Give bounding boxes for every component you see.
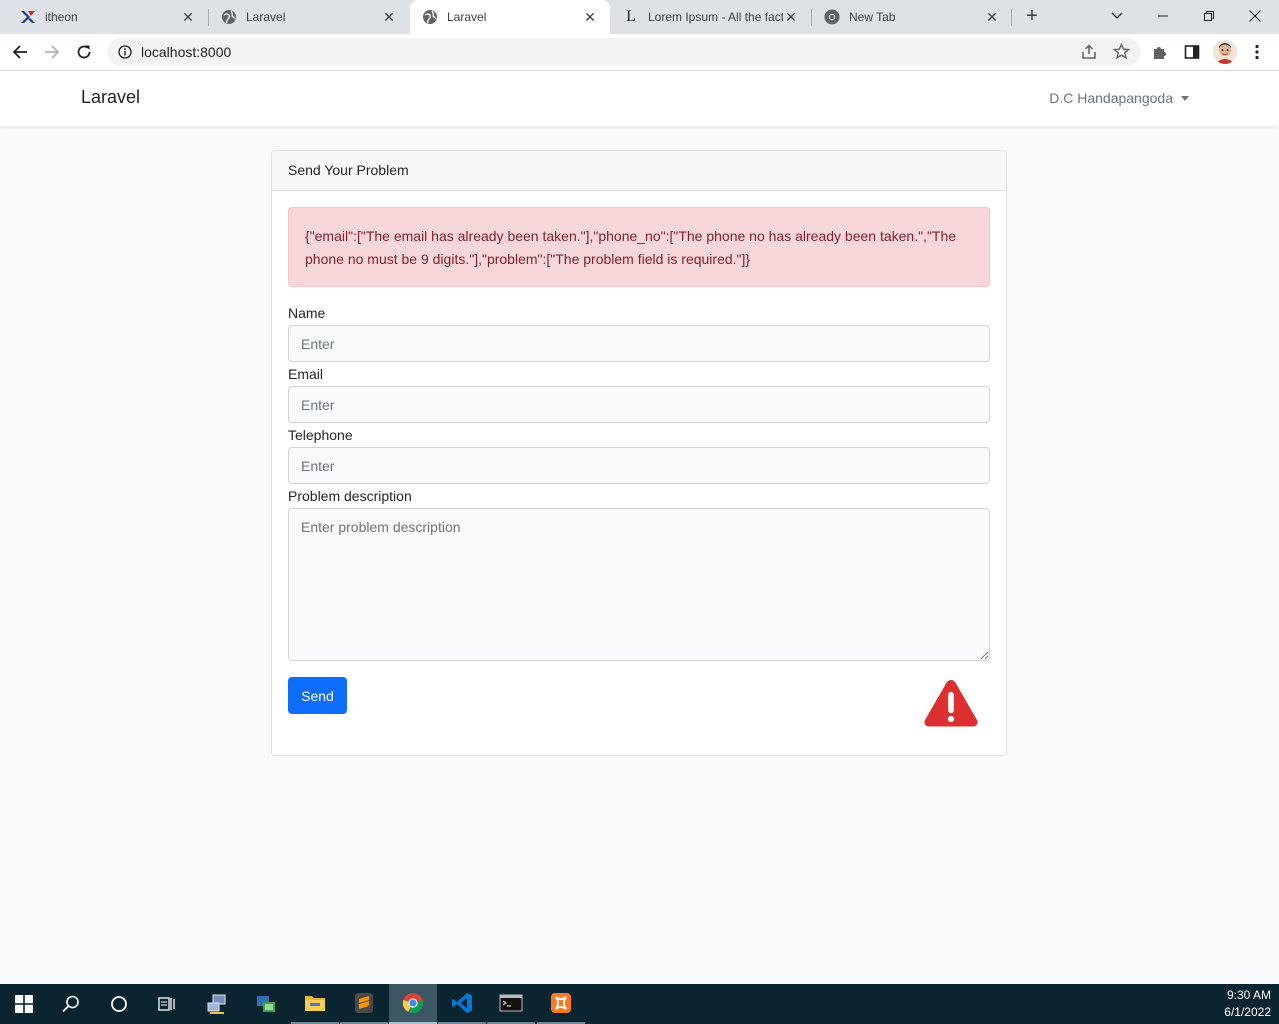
problem-label: Problem description [288, 488, 412, 504]
windows-logo-icon [15, 995, 33, 1013]
email-label: Email [288, 366, 324, 382]
network-icon [207, 994, 226, 1014]
taskbar-terminal[interactable] [487, 984, 535, 1024]
arrow-left-icon [12, 45, 27, 59]
xampp-icon [551, 993, 571, 1013]
start-button[interactable] [0, 984, 48, 1024]
navbar-brand[interactable]: Laravel [81, 87, 140, 108]
tab-title: New Tab [849, 10, 896, 24]
url-text: localhost:8000 [141, 44, 232, 60]
problem-textarea[interactable] [288, 508, 990, 661]
close-icon[interactable]: ✕ [783, 9, 799, 25]
puzzle-icon [1154, 47, 1166, 59]
close-window-button[interactable] [1232, 0, 1278, 32]
globe-icon [221, 9, 237, 25]
itheon-logo-icon [20, 9, 36, 25]
file-explorer-icon [305, 996, 325, 1011]
chrome-icon [824, 9, 840, 25]
telephone-input[interactable] [288, 447, 990, 484]
tab-lorem-ipsum[interactable]: L Lorem Ipsum - All the facts ✕ [611, 0, 811, 34]
remote-desktop-icon [257, 996, 275, 1012]
lipsum-logo-icon: L [626, 8, 636, 25]
cortana-button[interactable] [95, 984, 143, 1024]
windows-taskbar: 9:30 AM 6/1/2022 [0, 984, 1279, 1024]
close-icon[interactable]: ✕ [984, 9, 1000, 25]
reload-button[interactable] [70, 38, 98, 66]
terminal-icon [499, 994, 523, 1012]
caret-down-icon [1181, 95, 1189, 101]
chevron-down-icon [1111, 12, 1123, 19]
browser-tab-strip: itheon ✕ Laravel ✕ Laravel ✕ L Lorem Ips… [0, 0, 1279, 34]
side-panel-button[interactable] [1178, 38, 1206, 66]
task-view-button[interactable] [143, 984, 191, 1024]
restore-button[interactable] [1186, 0, 1232, 32]
close-icon[interactable]: ✕ [381, 9, 397, 25]
reload-icon [77, 45, 91, 59]
tab-title: Laravel [447, 10, 487, 24]
problem-card: Send Your Problem {"email":["The email h… [271, 150, 1007, 756]
send-button[interactable]: Send [288, 677, 347, 714]
tab-laravel-active[interactable]: Laravel ✕ [410, 0, 610, 34]
address-bar[interactable]: localhost:8000 [107, 38, 1141, 66]
minimize-icon [1158, 15, 1168, 17]
search-icon [62, 995, 79, 1013]
browser-toolbar: localhost:8000 [0, 34, 1279, 71]
tab-title: Lorem Ipsum - All the facts [648, 10, 783, 24]
chrome-icon [402, 993, 424, 1014]
side-panel-icon [1184, 45, 1200, 59]
taskbar-file-explorer[interactable] [291, 984, 339, 1024]
profile-avatar[interactable] [1213, 40, 1237, 64]
extensions-button[interactable] [1146, 38, 1174, 66]
browser-menu-button[interactable] [1243, 38, 1271, 66]
close-icon[interactable]: ✕ [180, 9, 196, 25]
arrow-right-icon [45, 45, 60, 59]
tab-laravel-1[interactable]: Laravel ✕ [209, 0, 409, 34]
user-dropdown-toggle[interactable]: D.C Handapangoda [1049, 90, 1189, 106]
taskbar-xampp[interactable] [537, 984, 585, 1024]
forward-button[interactable] [38, 38, 66, 66]
task-view-icon [158, 997, 175, 1011]
tab-itheon[interactable]: itheon ✕ [8, 0, 208, 34]
kebab-menu-icon [1255, 44, 1259, 60]
bookmark-star-icon[interactable] [1113, 43, 1130, 60]
taskbar-vscode[interactable] [438, 984, 486, 1024]
name-label: Name [288, 305, 326, 321]
user-name: D.C Handapangoda [1049, 90, 1173, 106]
taskbar-chrome[interactable] [389, 984, 437, 1024]
tab-title: itheon [45, 10, 78, 24]
globe-icon [422, 9, 438, 25]
close-icon [1249, 10, 1261, 22]
restore-icon [1204, 11, 1214, 21]
tab-divider [1011, 9, 1012, 26]
close-icon[interactable]: ✕ [582, 9, 598, 25]
taskbar-sublime-text[interactable] [340, 984, 388, 1024]
vscode-icon [452, 993, 472, 1013]
warning-triangle-icon [924, 680, 978, 727]
name-input[interactable] [288, 325, 990, 362]
clock-time: 9:30 AM [1226, 988, 1271, 1002]
tab-new-tab[interactable]: New Tab ✕ [812, 0, 1012, 34]
telephone-label: Telephone [288, 427, 353, 443]
error-alert: {"email":["The email has already been ta… [288, 207, 990, 287]
taskbar-network-app[interactable] [193, 984, 241, 1024]
info-icon[interactable] [118, 45, 132, 59]
sublime-text-icon [355, 993, 373, 1013]
taskbar-remote-desktop[interactable] [242, 984, 290, 1024]
search-button[interactable] [47, 984, 95, 1024]
back-button[interactable] [6, 38, 34, 66]
tab-search-button[interactable] [1094, 0, 1140, 32]
new-tab-button[interactable]: + [1020, 5, 1044, 29]
email-input[interactable] [288, 386, 990, 423]
share-icon[interactable] [1081, 44, 1097, 60]
app-navbar: Laravel D.C Handapangoda [0, 71, 1279, 127]
system-clock[interactable]: 9:30 AM 6/1/2022 [1224, 987, 1271, 1021]
card-header: Send Your Problem [272, 151, 1006, 191]
tab-title: Laravel [246, 10, 286, 24]
clock-date: 6/1/2022 [1224, 1005, 1271, 1019]
minimize-button[interactable] [1140, 0, 1186, 32]
cortana-icon [111, 996, 127, 1012]
card-body: {"email":["The email has already been ta… [272, 191, 1006, 730]
